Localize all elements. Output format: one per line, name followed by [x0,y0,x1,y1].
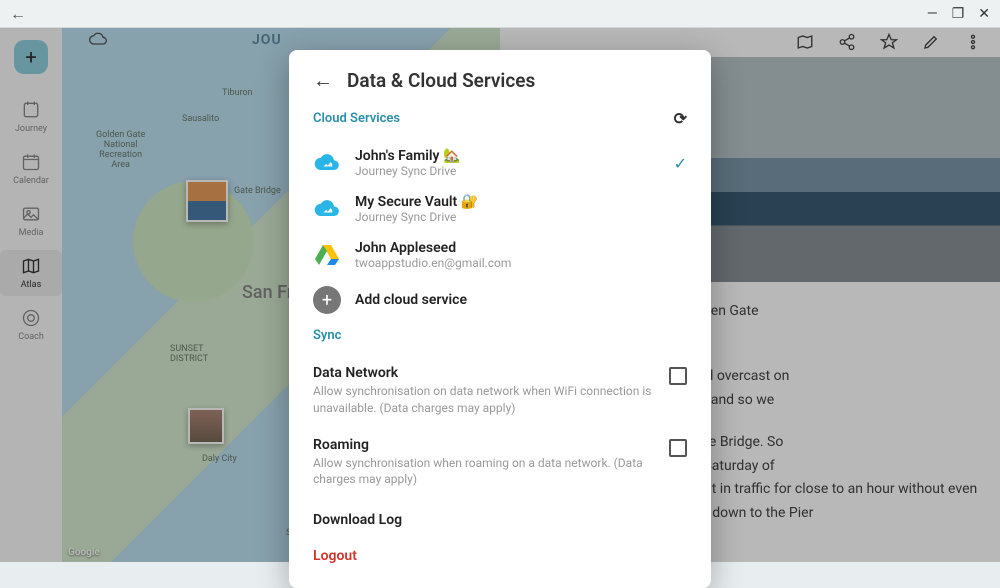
modal-title: Data & Cloud Services [347,69,535,92]
option-description: Allow synchronisation when roaming on a … [313,455,655,489]
service-sub: Journey Sync Drive [355,164,660,178]
cloud-service-row[interactable]: John's Family 🏡 Journey Sync Drive ✓ [313,140,687,186]
logout-button[interactable]: Logout [313,536,687,564]
window-minimize-icon[interactable]: — [927,6,938,22]
journey-cloud-icon [313,199,341,219]
window-titlebar: ← — ❐ ✕ [0,0,1000,28]
cloud-service-row[interactable]: My Secure Vault 🔐 Journey Sync Drive [313,186,687,232]
service-sub: Journey Sync Drive [355,210,687,224]
service-sub: twoappstudio.en@gmail.com [355,256,687,270]
add-service-label: Add cloud service [355,292,687,308]
modal-scrim[interactable]: ← Data & Cloud Services Cloud Services ⟳… [0,28,1000,562]
google-drive-icon [313,245,341,265]
option-title: Data Network [313,365,655,381]
download-log-button[interactable]: Download Log [313,498,687,536]
section-heading-cloud: Cloud Services [313,111,400,126]
add-cloud-service-button[interactable]: + Add cloud service [313,278,687,322]
settings-modal: ← Data & Cloud Services Cloud Services ⟳… [289,50,711,588]
window-maximize-icon[interactable]: ❐ [952,6,965,22]
data-network-checkbox[interactable] [669,367,687,385]
refresh-button[interactable]: ⟳ [674,109,687,128]
modal-back-button[interactable]: ← [313,68,333,93]
section-heading-sync: Sync [313,328,341,343]
roaming-checkbox[interactable] [669,439,687,457]
cloud-service-row[interactable]: John Appleseed twoappstudio.en@gmail.com [313,232,687,278]
option-description: Allow synchronisation on data network wh… [313,383,655,417]
sync-roaming-row[interactable]: Roaming Allow synchronisation when roami… [313,427,687,499]
plus-icon: + [313,286,341,314]
service-name: John Appleseed [355,240,687,256]
sync-data-network-row[interactable]: Data Network Allow synchronisation on da… [313,355,687,427]
selected-check-icon: ✓ [674,154,687,173]
service-name: John's Family 🏡 [355,148,660,164]
journey-cloud-icon [313,153,341,173]
nav-back-icon[interactable]: ← [10,4,26,24]
window-close-icon[interactable]: ✕ [978,6,990,22]
option-title: Roaming [313,437,655,453]
service-name: My Secure Vault 🔐 [355,194,687,210]
